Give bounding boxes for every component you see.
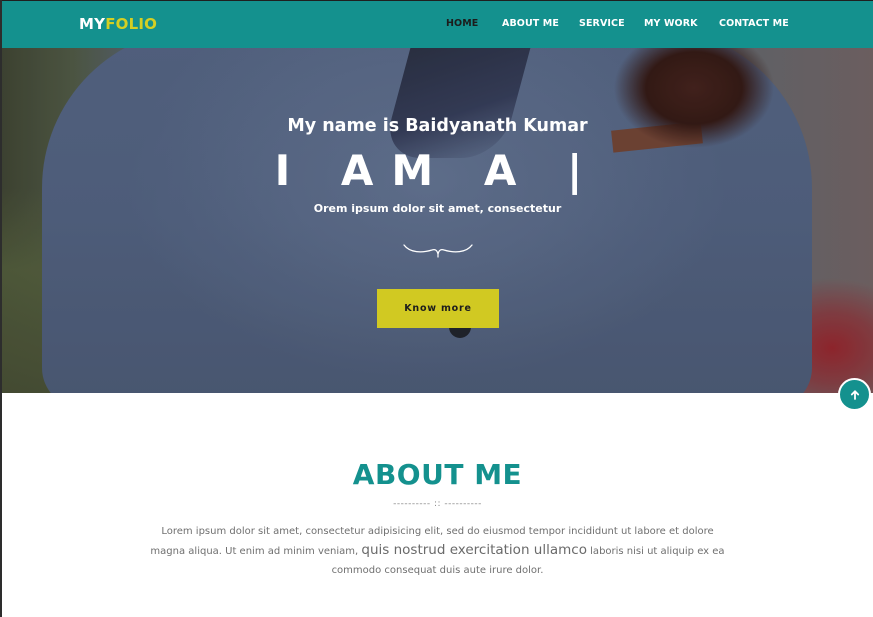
nav-item-home[interactable]: HOME <box>446 18 478 29</box>
window-left-edge <box>0 0 2 617</box>
ornament-divider-icon <box>403 244 473 258</box>
arrow-up-icon <box>850 389 859 400</box>
nav-item-service[interactable]: SERVICE <box>579 18 625 29</box>
hero-section: My name is Baidyanath Kumar I AM A | Ore… <box>2 48 873 393</box>
hero-subline: Orem ipsum dolor sit amet, consectetur <box>313 202 562 215</box>
hero-headline: I AM A | <box>274 146 601 195</box>
scroll-top-button[interactable] <box>838 378 871 411</box>
nav-item-contact-me[interactable]: CONTACT ME <box>719 18 789 29</box>
hero-overlay <box>2 48 873 393</box>
hero-name-line: My name is Baidyanath Kumar <box>287 116 588 136</box>
about-divider: ---------- :: ---------- <box>393 499 482 509</box>
main-nav: HOME ABOUT ME SERVICE MY WORK CONTACT ME <box>2 1 873 48</box>
nav-item-about-me[interactable]: ABOUT ME <box>502 18 559 29</box>
about-title: ABOUT ME <box>352 458 523 491</box>
navbar: MYFOLIO HOME ABOUT ME SERVICE MY WORK CO… <box>2 1 873 48</box>
nav-item-my-work[interactable]: MY WORK <box>644 18 698 29</box>
know-more-button[interactable]: Know more <box>377 289 499 328</box>
about-text: Lorem ipsum dolor sit amet, consectetur … <box>150 522 725 580</box>
window-top-edge <box>0 0 873 1</box>
about-text-emphasis: quis nostrud exercitation ullamco <box>361 542 587 558</box>
